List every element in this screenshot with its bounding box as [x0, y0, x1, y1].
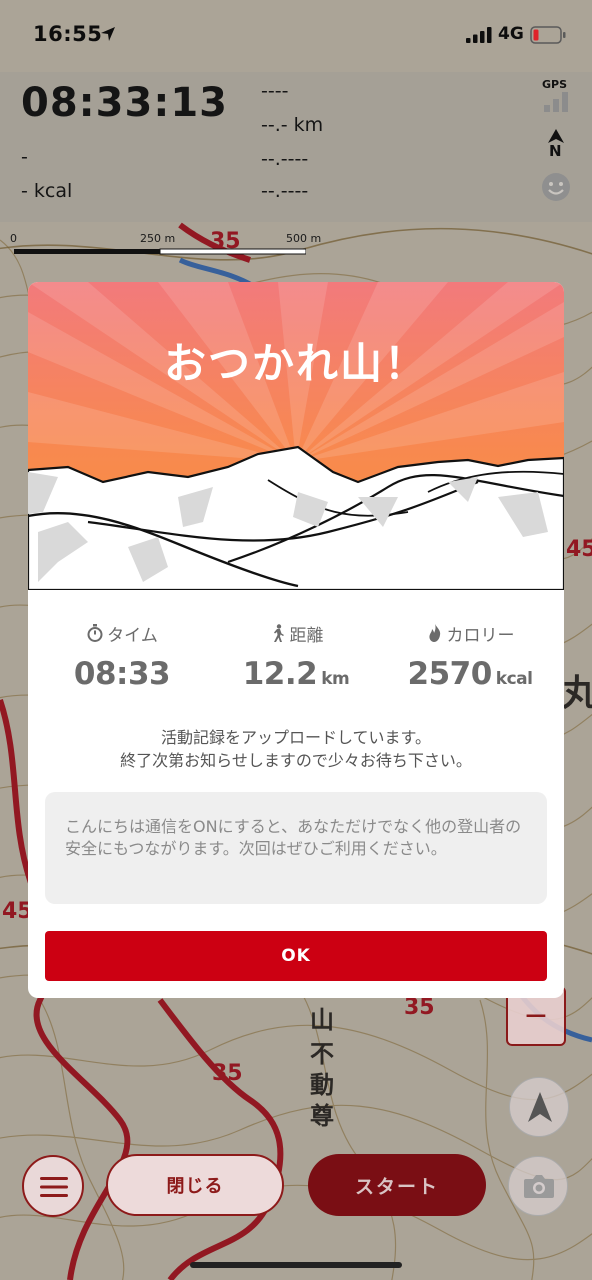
activity-stats: タイム 08:33 距離 12.2 km カロリー 2570 kcal [28, 620, 564, 700]
compass-arrow-icon [528, 1092, 552, 1122]
stat-time: タイム 08:33 [37, 620, 207, 692]
scale-label-250: 250 m [140, 232, 176, 245]
stat-calories-value-row: 2570 kcal [385, 656, 555, 692]
stat-time-label: タイム [107, 625, 158, 646]
ok-button[interactable]: OK [45, 931, 547, 981]
status-time: 16:55 [33, 22, 103, 46]
stat-calories: カロリー 2570 kcal [385, 620, 555, 692]
gps-label: GPS [542, 78, 568, 91]
stat-calories-value: 2570 [407, 656, 493, 692]
signal-icon [466, 27, 492, 43]
connectivity-tip: こんにちは通信をONにすると、あなただけでなく他の登山者の安全にもつながります。… [45, 792, 547, 904]
location-arrow-icon [101, 27, 115, 41]
close-button[interactable]: 閉じる [106, 1154, 284, 1216]
network-type: 4G [498, 24, 524, 44]
north-indicator[interactable]: N [545, 129, 567, 161]
stopwatch-icon [87, 624, 103, 642]
camera-button[interactable] [508, 1156, 568, 1216]
zoom-out-label: − [523, 998, 549, 1033]
stat-time-value-row: 08:33 [37, 656, 207, 692]
flame-icon [428, 624, 440, 642]
status-bar: 16:55 4G [0, 0, 592, 72]
hamburger-menu-icon [40, 1177, 68, 1197]
stat-time-value: 08:33 [73, 656, 171, 692]
pace-value: - [21, 146, 28, 168]
scale-ruler [14, 248, 306, 255]
calories-value: - kcal [21, 180, 73, 202]
modal-title: おつかれ山！ [163, 339, 428, 388]
stat-distance-label: 距離 [289, 625, 324, 646]
upload-message-line-1: 活動記録をアップロードしています。 [161, 728, 431, 747]
stat-calories-label: カロリー [446, 625, 515, 646]
stat-distance: 距離 12.2 km [211, 620, 381, 692]
scale-label-500: 500 m [286, 232, 322, 245]
gps-indicator: GPS [538, 78, 578, 112]
scale-label-0: 0 [10, 232, 17, 245]
hiker-icon [273, 624, 284, 642]
start-button[interactable]: スタート [308, 1154, 486, 1216]
elapsed-time: 08:33:13 [21, 80, 228, 126]
stat-distance-unit: km [321, 669, 350, 689]
camera-icon [524, 1175, 554, 1198]
upload-message: 活動記録をアップロードしています。 終了次第お知らせしますので少々お待ち下さい。 [28, 726, 564, 772]
compass-button[interactable] [509, 1077, 569, 1137]
tracking-right-value-3: --.---- [261, 148, 309, 170]
stat-distance-value: 12.2 [242, 656, 318, 692]
stat-distance-header: 距離 [211, 620, 381, 646]
north-label: N [549, 142, 562, 160]
smiley-icon[interactable] [541, 172, 571, 202]
distance-value: --.- km [261, 114, 324, 136]
battery-icon [530, 26, 566, 44]
stat-calories-unit: kcal [495, 669, 533, 689]
tracking-panel: 08:33:13 - - kcal ---- --.- km --.---- -… [0, 72, 592, 222]
mountain-illustration [28, 282, 564, 590]
stat-distance-value-row: 12.2 km [211, 656, 381, 692]
home-indicator [190, 1262, 402, 1268]
menu-button[interactable] [22, 1155, 84, 1217]
upload-message-line-2: 終了次第お知らせしますので少々お待ち下さい。 [120, 751, 472, 770]
tracking-right-value-1: ---- [261, 80, 289, 102]
stat-time-header: タイム [37, 620, 207, 646]
gps-signal-icon [544, 92, 568, 112]
completion-modal: おつかれ山！ タイム 08:33 距離 12.2 km カロリー 2570 kc… [28, 282, 564, 998]
north-arrow-icon [548, 129, 564, 143]
stat-calories-header: カロリー [385, 620, 555, 646]
tracking-right-value-4: --.---- [261, 180, 309, 202]
map-scale-bar: 0 250 m 500 m [10, 232, 330, 258]
